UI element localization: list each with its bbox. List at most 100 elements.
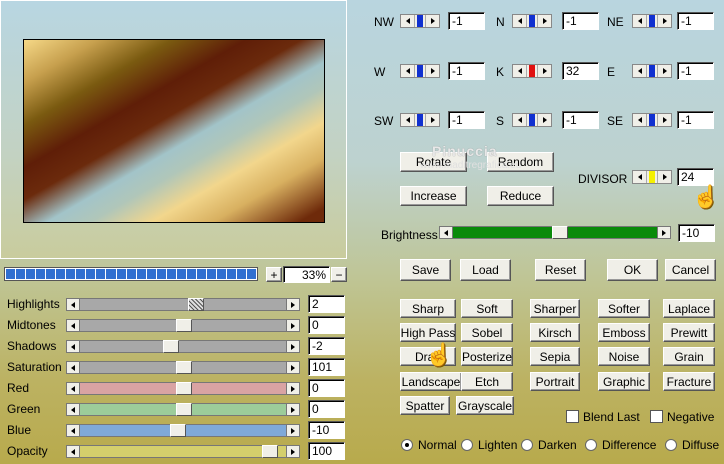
arrow-left-icon[interactable] (67, 425, 80, 436)
kernel-spinner[interactable] (512, 113, 552, 127)
kernel-spinner[interactable] (632, 64, 672, 78)
slider-track[interactable] (80, 424, 286, 437)
arrow-right-icon[interactable] (657, 227, 670, 238)
arrow-left-icon[interactable] (67, 341, 80, 352)
arrow-left-icon[interactable] (67, 299, 80, 310)
kernel-thumb[interactable] (529, 65, 535, 77)
slider-track[interactable] (80, 403, 286, 416)
arrow-right-icon[interactable] (658, 114, 671, 126)
slider-track[interactable] (80, 298, 286, 311)
arrow-right-icon[interactable] (286, 446, 299, 457)
slider-blue[interactable] (66, 424, 300, 437)
kernel-thumb[interactable] (417, 65, 423, 77)
preset-kirsch-button[interactable]: Kirsch (530, 323, 580, 342)
arrow-left-icon[interactable] (67, 446, 80, 457)
preset-posterize-button[interactable]: Posterize (461, 347, 513, 366)
brightness-track[interactable] (453, 226, 657, 239)
arrow-right-icon[interactable] (658, 171, 671, 183)
brightness-slider[interactable] (439, 226, 671, 239)
arrow-left-icon[interactable] (513, 15, 526, 27)
preset-soft-button[interactable]: Soft (461, 299, 513, 318)
arrow-left-icon[interactable] (513, 114, 526, 126)
mode-difference-radio[interactable] (585, 439, 597, 451)
brightness-field[interactable]: -10 (678, 224, 715, 242)
arrow-right-icon[interactable] (658, 65, 671, 77)
preset-fracture-button[interactable]: Fracture (663, 372, 715, 391)
reduce-button[interactable]: Reduce (487, 186, 554, 206)
kernel-value-field[interactable]: -1 (562, 111, 599, 129)
kernel-thumb[interactable] (649, 65, 655, 77)
slider-thumb[interactable] (176, 403, 192, 416)
mode-lighten-radio[interactable] (461, 439, 473, 451)
kernel-value-field[interactable]: -1 (677, 111, 714, 129)
preset-landscape-button[interactable]: Landscape (400, 372, 462, 391)
arrow-right-icon[interactable] (426, 15, 439, 27)
slider-thumb[interactable] (262, 445, 279, 458)
arrow-left-icon[interactable] (440, 227, 453, 238)
slider-value-field[interactable]: 2 (308, 295, 345, 313)
arrow-left-icon[interactable] (67, 362, 80, 373)
slider-thumb[interactable] (176, 361, 192, 374)
preset-grain-button[interactable]: Grain (663, 347, 715, 366)
slider-thumb[interactable] (176, 382, 192, 395)
negative-checkbox[interactable] (650, 410, 663, 423)
slider-saturation[interactable] (66, 361, 300, 374)
kernel-thumb[interactable] (529, 15, 535, 27)
preset-emboss-button[interactable]: Emboss (598, 323, 650, 342)
arrow-right-icon[interactable] (286, 425, 299, 436)
preset-spatter-button[interactable]: Spatter (400, 396, 450, 415)
preset-sepia-button[interactable]: Sepia (530, 347, 580, 366)
slider-value-field[interactable]: 101 (308, 358, 345, 376)
kernel-spinner[interactable] (632, 14, 672, 28)
arrow-right-icon[interactable] (286, 383, 299, 394)
ok-button[interactable]: OK (607, 259, 658, 281)
preset-portrait-button[interactable]: Portrait (530, 372, 580, 391)
slider-green[interactable] (66, 403, 300, 416)
slider-thumb[interactable] (170, 424, 187, 437)
arrow-left-icon[interactable] (633, 171, 646, 183)
arrow-left-icon[interactable] (401, 114, 414, 126)
arrow-left-icon[interactable] (633, 15, 646, 27)
preset-sobel-button[interactable]: Sobel (461, 323, 513, 342)
preset-grayscale-button[interactable]: Grayscale (456, 396, 514, 415)
arrow-left-icon[interactable] (633, 65, 646, 77)
mode-normal-radio[interactable] (401, 439, 413, 451)
slider-track[interactable] (80, 445, 286, 458)
preset-graphic-button[interactable]: Graphic (598, 372, 650, 391)
slider-thumb[interactable] (162, 340, 179, 353)
slider-red[interactable] (66, 382, 300, 395)
preset-prewitt-button[interactable]: Prewitt (663, 323, 715, 342)
increase-button[interactable]: Increase (400, 186, 467, 206)
mode-diffuse-radio[interactable] (665, 439, 677, 451)
load-button[interactable]: Load (460, 259, 511, 281)
kernel-spinner[interactable] (400, 113, 440, 127)
kernel-value-field[interactable]: -1 (677, 12, 714, 30)
slider-value-field[interactable]: 0 (308, 316, 345, 334)
arrow-right-icon[interactable] (658, 15, 671, 27)
arrow-left-icon[interactable] (633, 114, 646, 126)
preset-softer-button[interactable]: Softer (598, 299, 650, 318)
kernel-spinner[interactable] (632, 113, 672, 127)
kernel-value-field[interactable]: 32 (562, 62, 599, 80)
kernel-spinner[interactable] (512, 14, 552, 28)
preset-sharper-button[interactable]: Sharper (530, 299, 580, 318)
preset-sharp-button[interactable]: Sharp (400, 299, 456, 318)
arrow-right-icon[interactable] (286, 341, 299, 352)
reset-button[interactable]: Reset (535, 259, 586, 281)
kernel-spinner[interactable] (400, 14, 440, 28)
arrow-right-icon[interactable] (538, 114, 551, 126)
kernel-value-field[interactable]: -1 (448, 12, 485, 30)
arrow-left-icon[interactable] (67, 404, 80, 415)
slider-value-field[interactable]: 100 (308, 442, 345, 460)
slider-thumb[interactable] (187, 298, 204, 311)
slider-value-field[interactable]: 0 (308, 379, 345, 397)
blend-last-checkbox[interactable] (566, 410, 579, 423)
arrow-left-icon[interactable] (67, 383, 80, 394)
arrow-left-icon[interactable] (401, 65, 414, 77)
cancel-button[interactable]: Cancel (665, 259, 716, 281)
slider-value-field[interactable]: 0 (308, 400, 345, 418)
arrow-left-icon[interactable] (67, 320, 80, 331)
kernel-thumb[interactable] (649, 114, 655, 126)
mode-darken-radio[interactable] (521, 439, 533, 451)
arrow-right-icon[interactable] (286, 404, 299, 415)
